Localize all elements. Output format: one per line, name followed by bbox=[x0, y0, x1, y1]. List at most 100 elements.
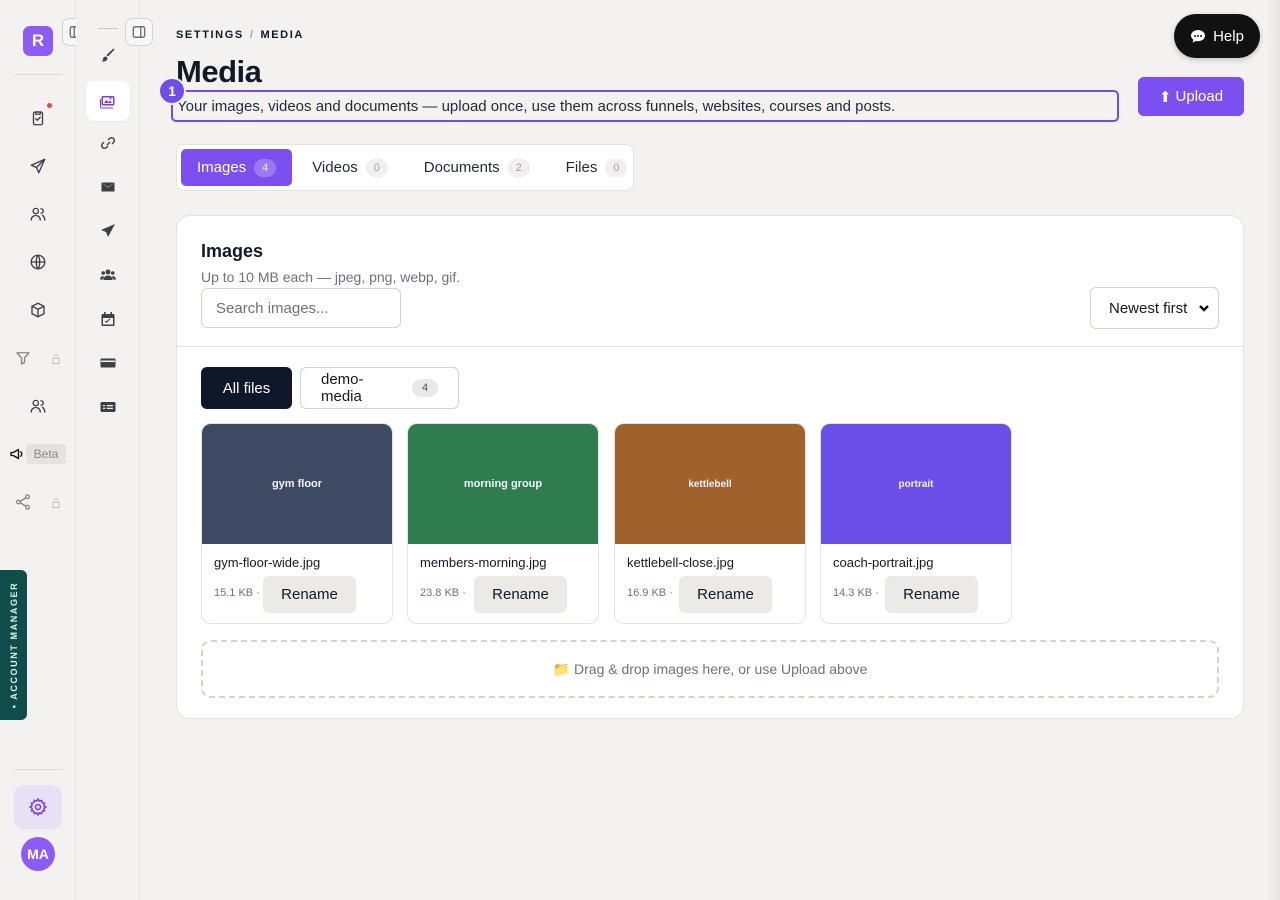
folder-demo-media[interactable]: demo-media 4 bbox=[300, 367, 459, 409]
calendar-icon bbox=[101, 312, 115, 326]
help-button[interactable]: Help bbox=[1174, 14, 1260, 58]
settings-button[interactable] bbox=[14, 785, 62, 829]
tab-label: Documents bbox=[423, 159, 500, 176]
paper-plane-icon bbox=[101, 224, 115, 237]
people-icon bbox=[100, 269, 116, 280]
breadcrumb: SETTINGS / MEDIA bbox=[176, 29, 304, 41]
subnav-email[interactable] bbox=[86, 167, 130, 207]
subnav-media[interactable] bbox=[86, 81, 130, 121]
image-thumbnail[interactable]: kettlebell bbox=[615, 424, 805, 544]
image-tile[interactable]: kettlebell kettlebell-close.jpg 16.9 KB … bbox=[614, 423, 806, 624]
subnav-brush[interactable] bbox=[86, 35, 130, 75]
upload-button[interactable]: ⬆ Upload bbox=[1138, 77, 1244, 116]
tab-label: Files bbox=[565, 159, 598, 176]
sort-select[interactable]: Newest first bbox=[1090, 287, 1219, 329]
image-tile[interactable]: morning group members-morning.jpg 23.8 K… bbox=[407, 423, 599, 624]
thumbnail-label: kettlebell bbox=[688, 478, 732, 490]
tab-files[interactable]: Files 0 bbox=[550, 149, 644, 186]
account-manager-tab[interactable]: • ACCOUNT MANAGER bbox=[0, 570, 27, 720]
folder-count: 4 bbox=[412, 379, 438, 397]
upload-label: Upload bbox=[1175, 88, 1224, 105]
breadcrumb-settings[interactable]: SETTINGS bbox=[176, 29, 244, 41]
main-rail: R Beta • ACCOUNT MANAGER MA bbox=[0, 0, 76, 900]
card-subtitle: Up to 10 MB each — jpeg, png, webp, gif. bbox=[201, 269, 461, 285]
image-filename: coach-portrait.jpg bbox=[833, 555, 934, 570]
user-avatar[interactable]: MA bbox=[21, 837, 55, 871]
lock-icon bbox=[50, 496, 62, 508]
brush-icon bbox=[101, 48, 115, 62]
rename-button[interactable]: Rename bbox=[263, 576, 356, 613]
filter-icon[interactable] bbox=[11, 346, 35, 370]
image-thumbnail[interactable]: gym floor bbox=[202, 424, 392, 544]
lock-icon bbox=[50, 352, 62, 364]
team-icon[interactable] bbox=[26, 394, 50, 418]
sort-selected-value: Newest first bbox=[1109, 299, 1188, 317]
card-title: Images bbox=[201, 241, 264, 261]
subnav-billing[interactable] bbox=[86, 343, 130, 383]
envelope-icon bbox=[101, 182, 115, 192]
tab-label: Images bbox=[197, 159, 247, 176]
thumbnail-label: gym floor bbox=[271, 478, 323, 490]
image-filename: gym-floor-wide.jpg bbox=[214, 555, 321, 570]
link-icon bbox=[100, 136, 116, 150]
dropzone-text: Drag & drop images here, or use Upload a… bbox=[574, 661, 868, 677]
image-filename: kettlebell-close.jpg bbox=[627, 555, 734, 570]
clipboard-icon[interactable] bbox=[26, 106, 50, 130]
contacts-icon[interactable] bbox=[26, 202, 50, 226]
subnav-calendar[interactable] bbox=[86, 299, 130, 339]
tab-count: 2 bbox=[507, 158, 530, 177]
tab-count: 0 bbox=[365, 158, 388, 177]
subnav-send[interactable] bbox=[86, 211, 130, 251]
breadcrumb-separator: / bbox=[249, 29, 255, 41]
share-icon[interactable] bbox=[11, 490, 35, 514]
help-label: Help bbox=[1213, 27, 1244, 45]
subnav-forms[interactable] bbox=[86, 387, 130, 427]
settings-subnav bbox=[76, 0, 140, 900]
tab-images[interactable]: Images 4 bbox=[181, 149, 293, 186]
folder-icon: 📁 bbox=[552, 660, 571, 677]
account-manager-label: • ACCOUNT MANAGER bbox=[8, 581, 19, 709]
tab-count: 4 bbox=[254, 158, 277, 177]
globe-icon[interactable] bbox=[26, 250, 50, 274]
image-tile[interactable]: gym floor gym-floor-wide.jpg 15.1 KB · R… bbox=[201, 423, 393, 624]
breadcrumb-current: MEDIA bbox=[260, 29, 304, 41]
dropzone[interactable]: 📁 Drag & drop images here, or use Upload… bbox=[201, 640, 1219, 698]
gear-icon bbox=[28, 797, 48, 817]
workspace-logo[interactable]: R bbox=[23, 26, 53, 56]
card-divider bbox=[177, 346, 1243, 347]
send-icon[interactable] bbox=[26, 154, 50, 178]
tab-documents[interactable]: Documents 2 bbox=[408, 149, 546, 186]
page-description[interactable]: Your images, videos and documents — uplo… bbox=[171, 90, 1119, 122]
image-filename: members-morning.jpg bbox=[420, 555, 547, 570]
images-icon bbox=[100, 96, 115, 109]
image-size: 14.3 KB · bbox=[833, 587, 879, 599]
chevron-down-icon bbox=[1199, 305, 1209, 312]
subnav-links[interactable] bbox=[86, 123, 130, 163]
image-tile[interactable]: portrait coach-portrait.jpg 14.3 KB · Re… bbox=[820, 423, 1012, 624]
rename-button[interactable]: Rename bbox=[885, 576, 978, 613]
main-content: SETTINGS / MEDIA Media Your images, videos… bbox=[140, 0, 1280, 900]
search-images-input[interactable] bbox=[201, 288, 401, 328]
folder-all-files[interactable]: All files bbox=[201, 367, 292, 409]
upload-icon: ⬆ bbox=[1158, 88, 1172, 106]
image-size: 16.9 KB · bbox=[627, 587, 673, 599]
tab-videos[interactable]: Videos 0 bbox=[296, 149, 404, 186]
media-tabs: Images 4 Videos 0 Documents 2 Files 0 bbox=[176, 144, 634, 191]
page-title: Media bbox=[176, 54, 262, 89]
image-size: 23.8 KB · bbox=[420, 587, 466, 599]
notification-dot bbox=[47, 103, 52, 108]
thumbnail-label: morning group bbox=[463, 478, 543, 490]
rename-button[interactable]: Rename bbox=[474, 576, 567, 613]
page-edge-shadow bbox=[1266, 0, 1280, 900]
chat-bubble-icon bbox=[1191, 30, 1206, 43]
subnav-people[interactable] bbox=[86, 255, 130, 295]
image-thumbnail[interactable]: morning group bbox=[408, 424, 598, 544]
image-thumbnail[interactable]: portrait bbox=[821, 424, 1011, 544]
folder-label: demo-media bbox=[321, 371, 364, 405]
rename-button[interactable]: Rename bbox=[679, 576, 772, 613]
id-card-icon bbox=[100, 402, 116, 412]
box-icon[interactable] bbox=[26, 298, 50, 322]
thumbnail-label: portrait bbox=[898, 478, 934, 490]
tab-label: Videos bbox=[312, 159, 358, 176]
rail-divider bbox=[14, 769, 62, 770]
